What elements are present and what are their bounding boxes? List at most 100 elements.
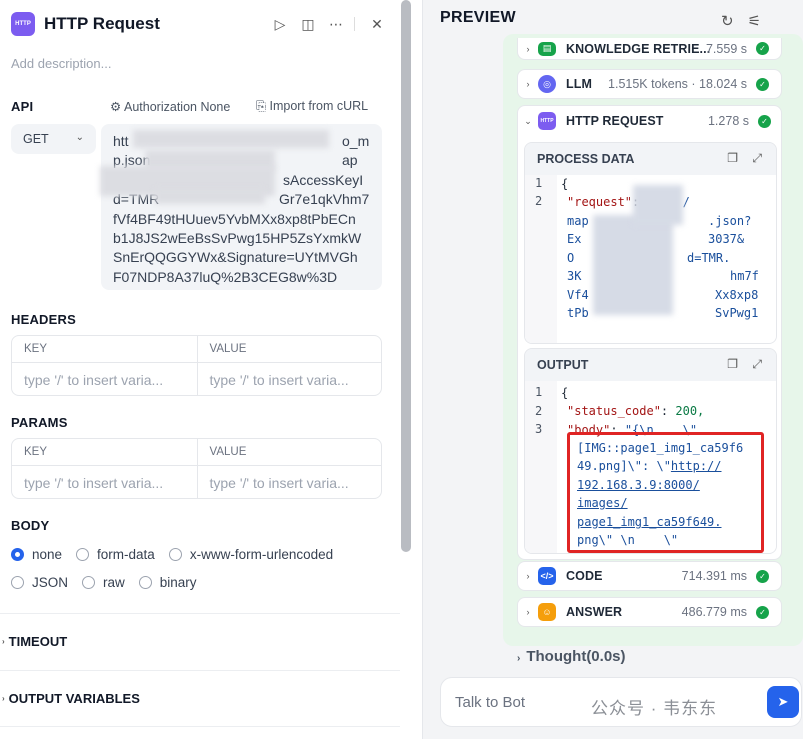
url-line: htt [113,133,129,149]
url-line: fVf4BF49tHUuev5YvbMXx8xp8tPbECn [113,210,356,227]
redaction-blur [155,188,265,204]
code-value: d=TMR. [687,251,731,265]
success-check-icon: ✓ [758,114,771,128]
copy-icon[interactable]: ❐ [727,151,738,165]
code-value: O [567,251,575,265]
redaction-blur [633,185,683,225]
code-value: Ex [567,232,582,246]
chat-placeholder: Talk to Bot [455,694,526,711]
node-title[interactable]: HTTP Request [44,14,160,34]
code-text: { [561,177,569,191]
restart-icon[interactable]: ↻ [721,12,734,30]
node-time: 714.391 ms [681,569,747,583]
import-curl-button[interactable]: ⎘ Import from cURL [256,99,368,114]
node-name: CODE [566,569,603,583]
radio-label: form-data [97,547,155,562]
chevron-right-icon: › [2,694,5,703]
success-check-icon: ✓ [756,42,769,55]
radio-label: binary [159,575,197,590]
trace-node-knowledge[interactable]: › ▤ KNOWLEDGE RETRIE... 7.559 s ✓ [517,38,782,60]
code-value: 200, [675,404,705,418]
node-name: LLM [566,77,592,91]
url-line: SnErQQGGYWx&Signature=UYtMVGh [113,249,358,266]
trace-node-llm[interactable]: › ◎ LLM 1.515K tokens · 18.024 s ✓ [517,69,782,99]
api-label: API [11,99,34,114]
expand-icon[interactable]: ⤢ [752,357,762,372]
body-type-row: none form-data x-www-form-urlencoded [11,547,347,562]
headers-key-header: KEY [24,343,48,355]
send-button[interactable]: ➤ [767,686,799,718]
code-text: { [561,386,569,400]
url-fragment: sAccessKeyI [283,171,364,188]
code-value: map [567,214,589,228]
chevron-right-icon: › [517,653,521,664]
section-divider [0,613,400,614]
body-radio-form-data[interactable]: form-data [76,547,155,562]
headers-table: KEY VALUE type '/' to insert varia... ty… [11,335,382,396]
chevron-down-icon: ⌄ [75,132,84,143]
trace-node-answer[interactable]: › ☺ ANSWER 486.779 ms ✓ [517,597,782,627]
params-value-input[interactable]: type '/' to insert varia... [196,466,382,498]
thought-toggle[interactable]: › Thought(0.0s) [517,648,626,665]
body-radio-binary[interactable]: binary [138,575,197,590]
code-value: SvPwg1 [715,306,759,320]
watermark: 公众号 · 韦东东 [591,699,718,718]
params-value-header: VALUE [196,439,382,465]
code-value: 3037& [708,232,745,246]
params-key-input[interactable]: type '/' to insert varia... [12,466,197,498]
panel-layout-icon[interactable]: ◫ [294,13,322,35]
radio-label: x-www-form-urlencoded [189,547,334,562]
copy-icon[interactable]: ❐ [727,357,738,371]
expand-icon[interactable]: ⤢ [752,151,762,166]
redaction-blur [593,215,673,315]
panel-scrollbar[interactable] [401,0,411,552]
radio-icon [11,576,24,589]
url-input[interactable]: htt o_map p.json sAccessKeyI d=TMR Gr7e1… [101,124,382,290]
url-fragment: o_map [342,133,370,169]
authorization-button[interactable]: ⚙ Authorization None [110,99,230,114]
timeout-label: TIMEOUT [8,634,68,649]
code-value: hm7f [730,269,759,283]
body-type-row: JSON raw binary [11,575,211,590]
url-fragment: Gr7e1qkVhm7 [279,191,370,208]
process-data-label: PROCESS DATA [525,143,776,175]
chevron-down-icon: ⌄ [524,115,532,126]
body-radio-json[interactable]: JSON [11,575,68,590]
section-divider [0,726,400,727]
description-input[interactable]: Add description... [11,56,111,71]
radio-label: raw [103,575,125,590]
trace-node-code[interactable]: › </> CODE 714.391 ms ✓ [517,561,782,591]
http-icon: HTTP [538,112,556,130]
headers-key-input[interactable]: type '/' to insert varia... [12,363,197,395]
http-node-header[interactable]: ⌄ HTTP HTTP REQUEST 1.278 s ✓ [518,106,783,136]
body-radio-urlencoded[interactable]: x-www-form-urlencoded [168,547,334,562]
variables-icon[interactable]: ⚟ [748,12,761,30]
run-icon[interactable]: ▷ [266,13,294,35]
line-number: 3 [535,422,543,436]
node-time: 1.278 s [707,114,749,128]
output-label: OUTPUT [525,349,776,381]
code-value: Vf4 [567,288,589,302]
timeout-section-toggle[interactable]: › TIMEOUT [2,634,67,649]
radio-icon [82,576,96,589]
method-select[interactable]: GET ⌄ [11,124,96,154]
close-icon[interactable]: ✕ [363,13,391,35]
chevron-right-icon: › [526,571,530,581]
headers-label: HEADERS [11,312,76,327]
node-config-panel: HTTP HTTP Request ▷ ◫ ⋯ ✕ Add descriptio… [0,0,413,739]
params-table: KEY VALUE type '/' to insert varia... ty… [11,438,382,499]
url-line: F07NDP8A37luQ%2B3CEG8w%3D [113,268,338,285]
send-icon: ➤ [777,694,789,709]
body-radio-none[interactable]: none [11,547,62,562]
radio-icon [76,548,90,561]
radio-selected-icon [11,548,24,561]
headers-value-input[interactable]: type '/' to insert varia... [196,363,382,395]
node-time: 486.779 ms [681,605,747,619]
node-name: ANSWER [566,605,623,619]
output-variables-toggle[interactable]: › OUTPUT VARIABLES [2,691,140,706]
more-icon[interactable]: ⋯ [322,13,350,35]
import-curl-label: Import from cURL [269,99,369,113]
process-data-panel: PROCESS DATA ❐ ⤢ 1 2 { "request": "GET /… [524,142,777,344]
line-number: 2 [535,404,543,418]
body-radio-raw[interactable]: raw [82,575,125,590]
